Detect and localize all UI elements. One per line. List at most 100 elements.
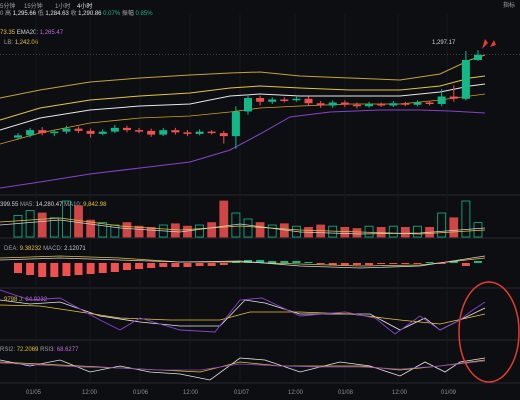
candle-body [304, 98, 313, 104]
candle-body [365, 104, 374, 107]
volume-bar [352, 228, 362, 238]
macd-bar [377, 263, 386, 264]
volume-bar [25, 210, 35, 238]
macd-bar [122, 263, 131, 270]
macd-bar [207, 263, 216, 266]
macd-bar [62, 263, 71, 276]
price-marker-label: 1,297.17 [432, 40, 456, 46]
kdj-j-value: 84.9232 [25, 297, 48, 303]
kdj-j-label: J: [19, 297, 24, 303]
volume-bar [328, 225, 338, 238]
volume-bar [255, 222, 265, 238]
macd-bar [38, 263, 47, 277]
candle-body [86, 130, 95, 134]
candle-body [98, 131, 107, 134]
candle-body [292, 98, 301, 101]
volume-bar [122, 222, 132, 238]
volume-bar [219, 200, 229, 238]
volume-bar [473, 222, 483, 238]
candle-body [352, 104, 361, 107]
x-tick-4: 01/07 [234, 390, 250, 396]
dea-value: 9.38232 [19, 246, 42, 252]
x-tick-8: 01/09 [441, 390, 457, 396]
rsi2-line [0, 359, 486, 373]
volume-bar [146, 226, 156, 238]
lower-ma [0, 93, 486, 145]
macd-bar [86, 263, 95, 274]
flag-icon[interactable] [478, 37, 498, 51]
volume-bar [437, 212, 447, 238]
candle-body [474, 54, 482, 60]
candle-body [280, 99, 289, 102]
candle-body [389, 103, 398, 106]
candle-body [50, 131, 59, 134]
macd-bar [135, 263, 144, 269]
x-tick-1: 12:00 [82, 390, 98, 396]
ma10-label: MA10: [64, 202, 82, 208]
macd-bar [461, 263, 470, 266]
candle-body [135, 130, 144, 132]
macd-value: 2.12071 [64, 246, 86, 252]
volume-bar [98, 222, 108, 238]
volume-bar [170, 223, 180, 238]
macd-bar [159, 263, 168, 267]
volume-bar [449, 217, 459, 238]
x-tick-7: 12:00 [392, 390, 408, 396]
x-tick-6: 01/08 [338, 390, 354, 396]
macd-bar [195, 263, 204, 266]
candle-body [377, 104, 386, 106]
candle-body [62, 128, 71, 132]
macd-bar [110, 263, 119, 272]
volume-bar [340, 226, 350, 238]
volume-legend: 399.55 MA5: 14,280.47 MA10: 9,842.98 [0, 201, 106, 209]
volume-bar [37, 212, 47, 238]
candle-body [231, 111, 240, 137]
volume-bar [267, 224, 277, 238]
candle-body [14, 135, 22, 138]
candle-body [26, 130, 35, 136]
volume-bar [413, 225, 422, 238]
macd-bar [74, 263, 83, 275]
ma5-label: MA5: [20, 202, 35, 208]
macd-bar [292, 261, 301, 263]
x-tick-3: 12:00 [183, 390, 199, 396]
ma10-value: 9,842.98 [83, 202, 107, 208]
macd-bar [219, 263, 228, 265]
volume-value: 399.55 [0, 202, 19, 208]
volume-bar [376, 226, 386, 238]
macd-label: MACD: [43, 246, 63, 252]
candle-body [328, 102, 337, 106]
x-tick-0: 01/05 [26, 390, 42, 396]
candlestick-chart [0, 14, 520, 384]
kdj-d-value: 9798 [4, 297, 18, 303]
candle-body [219, 133, 228, 137]
ma5-value: 14,280.47 [35, 202, 63, 208]
candle-body [413, 102, 422, 105]
candle-body [207, 131, 216, 134]
volume-bar [207, 222, 217, 238]
ema-line [0, 83, 486, 131]
upper-band [0, 54, 486, 99]
macd-bar [413, 263, 422, 264]
macd-bar [171, 263, 180, 267]
rsi3-value: 68.6277 [56, 347, 79, 353]
candle-body [425, 102, 434, 105]
rsi2-value: 72.2069 [16, 347, 39, 353]
volume-bar [195, 224, 204, 238]
macd-bar [147, 263, 156, 268]
candle-body [183, 132, 192, 134]
kdj-legend: 9798 J: 84.9232 [4, 296, 47, 304]
macd-bar [98, 263, 107, 273]
candle-body [171, 130, 180, 133]
rsi-legend: RSI2: 72.2069 RSI3: 68.6277 [0, 346, 78, 354]
rsi2-label: RSI2: [0, 347, 16, 353]
volume-bar [400, 226, 410, 238]
macd-bar [50, 263, 59, 277]
x-tick-5: 12:00 [288, 390, 304, 396]
ma-line [0, 75, 486, 121]
annotation-ellipse [458, 281, 520, 383]
macd-bar [474, 261, 482, 263]
candle-body [401, 103, 410, 105]
macd-bar [340, 263, 349, 265]
macd-bar [425, 262, 434, 263]
